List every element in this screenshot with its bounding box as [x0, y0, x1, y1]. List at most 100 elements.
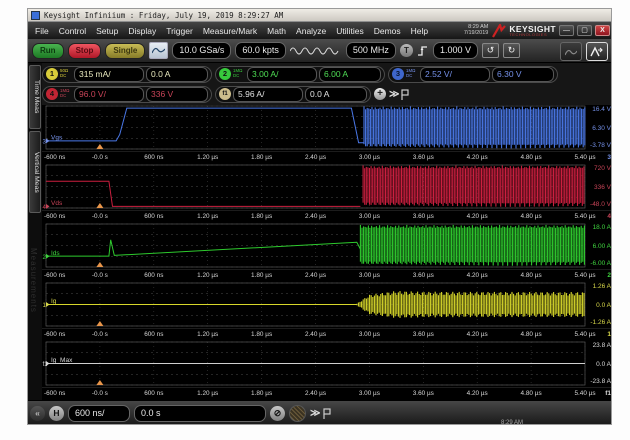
waveform-plot-ig_max[interactable]: f1Ig_Max	[42, 341, 612, 387]
menu-item-file[interactable]: File	[31, 24, 53, 38]
x-tick-label: -600 ns	[44, 272, 65, 279]
redo-button[interactable]: ↻	[503, 43, 520, 58]
memory-depth-field[interactable]: 60.0 kpts	[235, 42, 286, 59]
x-tick-label: 1.20 µs	[197, 213, 218, 220]
waveform-panel-ig[interactable]: 1Ig1.26 A0.0 A-1.26 A-600 ns-0.0 s600 ns…	[42, 282, 612, 341]
panel-channel-badge[interactable]: 2	[607, 272, 611, 279]
channel-2-badge[interactable]: 2	[219, 68, 231, 80]
waveform-panel-vgs[interactable]: 3Vgs16.4 V6.30 V-3.78 V-600 ns-0.0 s600 …	[42, 105, 612, 164]
waveform-cursor-icon[interactable]	[586, 42, 608, 61]
menu-item-control[interactable]: Control	[55, 24, 90, 38]
menu-item-measuremark[interactable]: Measure/Mark	[199, 24, 261, 38]
keysight-logo: KEYSIGHT TECHNOLOGIES	[491, 24, 556, 38]
panel-channel-badge[interactable]: f1	[605, 390, 611, 397]
x-tick-label: 4.20 µs	[467, 390, 488, 397]
waveform-panel-ig_max[interactable]: f1Ig_Max23.8 A0.0 A-23.8 A-600 ns-0.0 s6…	[42, 341, 612, 400]
x-tick-label: 600 ns	[144, 331, 163, 338]
expand-hbar-icon[interactable]: ≫	[310, 408, 319, 419]
collapse-left-icon[interactable]: «	[30, 406, 45, 421]
panel-channel-badge[interactable]: 1	[607, 331, 611, 338]
channel-3-badge[interactable]: 3	[392, 68, 404, 80]
bandwidth-field[interactable]: 500 MHz	[346, 42, 396, 59]
x-tick-label: 3.00 µs	[359, 272, 380, 279]
panel-channel-badge[interactable]: 4	[607, 213, 611, 220]
x-tick-label: 3.00 µs	[359, 154, 380, 161]
waveform-plot-vds[interactable]: 4Vds	[42, 164, 612, 210]
tab-time-meas[interactable]: Time Meas	[29, 65, 41, 129]
function-1-offset-field[interactable]: 0.0 A	[305, 87, 367, 102]
x-tick-label: 3.00 µs	[359, 213, 380, 220]
x-tick-label: 600 ns	[144, 390, 163, 397]
infiniium-window: Keysight Infiniium : Friday, July 19, 20…	[27, 8, 612, 425]
channel-3-scale-field[interactable]: 2.52 V/	[420, 67, 490, 82]
maximize-button[interactable]: ▢	[577, 25, 592, 36]
toolbar-right-buttons	[560, 42, 608, 61]
channel-4-offset-field[interactable]: 336 V	[146, 87, 208, 102]
waveform-display-area[interactable]: 3Vgs16.4 V6.30 V-3.78 V-600 ns-0.0 s600 …	[42, 105, 612, 400]
channel-1-offset-field[interactable]: 0.0 A	[146, 67, 208, 82]
sample-rate-field[interactable]: 10.0 GSa/s	[172, 42, 231, 59]
minimize-button[interactable]: —	[559, 25, 574, 36]
touch-icon[interactable]	[560, 42, 582, 61]
menu-item-analyze[interactable]: Analyze	[292, 24, 330, 38]
trigger-edge-icon[interactable]	[417, 45, 429, 57]
waveform-panel-vds[interactable]: 4Vds720 V336 V-48.0 V-600 ns-0.0 s600 ns…	[42, 164, 612, 223]
panel-channel-badge[interactable]: 3	[607, 154, 611, 161]
function-1-scale-field[interactable]: 5.96 A/	[233, 87, 303, 102]
pin-icon[interactable]	[401, 89, 410, 100]
tab-vertical-meas[interactable]: Vertical Meas	[29, 131, 41, 213]
channel-3-offset-field[interactable]: 6.30 V	[492, 67, 554, 82]
y-tick-label: -6.00 A	[590, 260, 611, 267]
x-tick-label: 1.80 µs	[251, 272, 272, 279]
zoom-icon[interactable]: ⊘	[270, 406, 285, 421]
x-tick-label: 3.60 µs	[413, 154, 434, 161]
function-1-badge[interactable]: f1	[219, 88, 231, 100]
autoscale-icon[interactable]	[149, 42, 168, 59]
menu-item-trigger[interactable]: Trigger	[162, 24, 197, 38]
channel-4-badge[interactable]: 4	[46, 88, 58, 100]
menu-item-math[interactable]: Math	[263, 24, 290, 38]
menu-item-display[interactable]: Display	[124, 24, 160, 38]
waveform-panel-ids[interactable]: 2Ids18.0 A6.00 A-6.00 A-600 ns-0.0 s600 …	[42, 223, 612, 282]
x-tick-label: 3.60 µs	[413, 331, 434, 338]
waveform-plot-ig[interactable]: 1Ig	[42, 282, 612, 328]
add-waveform-button[interactable]: +	[374, 88, 386, 100]
x-tick-label: -0.0 s	[92, 154, 108, 161]
x-tick-label: 4.80 µs	[521, 331, 542, 338]
close-button[interactable]: X	[595, 25, 610, 36]
x-axis-row: -600 ns-0.0 s600 ns1.20 µs1.80 µs2.40 µs…	[42, 151, 612, 165]
clock-date: 7/19/2019	[464, 31, 488, 37]
timebase-field[interactable]: 600 ns/	[68, 405, 130, 422]
x-tick-label: 1.20 µs	[197, 390, 218, 397]
channel-1-scale-field[interactable]: 315 mA/	[74, 67, 144, 82]
channel-setup-area: 1 50Ω DC 315 mA/ 0.0 A 2 1MΩ DC 3.00 A/ …	[42, 63, 612, 105]
x-tick-label: 1.80 µs	[251, 331, 272, 338]
waveform-plot-ids[interactable]: 2Ids	[42, 223, 612, 269]
menu-item-utilities[interactable]: Utilities	[332, 24, 367, 38]
stop-button[interactable]: Stop	[68, 43, 102, 59]
window-title-bar[interactable]: Keysight Infiniium : Friday, July 19, 20…	[28, 9, 611, 22]
waveform-plot-vgs[interactable]: 3Vgs	[42, 105, 612, 151]
channel-2-offset-field[interactable]: 6.00 A	[319, 67, 381, 82]
x-tick-label: -600 ns	[44, 390, 65, 397]
function-1-group: f1 5.96 A/ 0.0 A	[215, 86, 371, 103]
single-button[interactable]: Single	[105, 43, 145, 59]
y-tick-label: -3.78 V	[590, 142, 611, 149]
horizontal-position-field[interactable]: 0.0 s	[134, 405, 266, 422]
channel-4-scale-field[interactable]: 96.0 V/	[74, 87, 144, 102]
channel-1-badge[interactable]: 1	[46, 68, 58, 80]
channel-2-scale-field[interactable]: 3.00 A/	[247, 67, 317, 82]
expand-meas-icon[interactable]: ≫	[389, 89, 398, 100]
status-clock: 8:29 AM	[501, 420, 523, 425]
horizontal-settings-button[interactable]: H	[49, 406, 64, 421]
run-button[interactable]: Run	[32, 43, 64, 59]
menu-item-setup[interactable]: Setup	[92, 24, 122, 38]
search-icon[interactable]	[289, 405, 306, 422]
menu-item-help[interactable]: Help	[407, 24, 432, 38]
trigger-source-icon[interactable]: T	[400, 44, 413, 57]
undo-button[interactable]: ↺	[482, 43, 499, 58]
x-tick-label: 2.40 µs	[305, 213, 326, 220]
hbar-pin-icon[interactable]	[323, 408, 332, 419]
trigger-level-field[interactable]: 1.000 V	[433, 42, 478, 59]
menu-item-demos[interactable]: Demos	[370, 24, 405, 38]
